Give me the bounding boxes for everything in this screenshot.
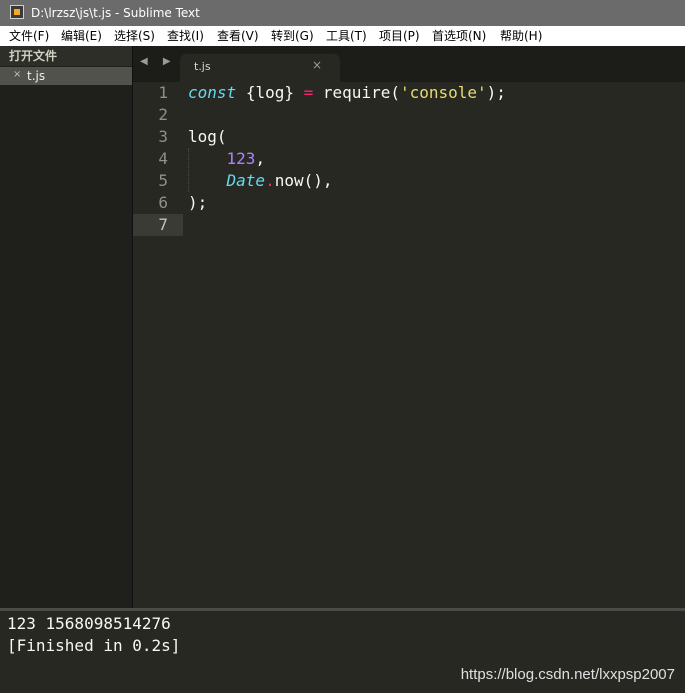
token-punct: ); [188, 193, 208, 212]
window-title: D:\lrzsz\js\t.js - Sublime Text [31, 6, 200, 20]
token-number: 123 [226, 149, 256, 168]
token-string: 'console' [399, 83, 487, 102]
token-operator: = [303, 83, 314, 102]
tab-label: t.js [194, 60, 211, 73]
tab-nav-arrows-icon[interactable]: ◀ ▶ [140, 56, 177, 67]
sublime-text-app-icon [10, 5, 24, 19]
line-code: ); [188, 192, 207, 214]
line-code: log( [188, 126, 227, 148]
tab-bar: ◀ ▶ t.js × [133, 46, 685, 82]
code-line: 1 const {log} = require('console'); [133, 82, 685, 104]
token-call: log( [188, 127, 227, 146]
menu-tools[interactable]: 工具(T) [326, 26, 367, 46]
sidebar-file-name: t.js [27, 69, 46, 83]
title-bar: D:\lrzsz\js\t.js - Sublime Text [0, 0, 685, 26]
tab-close-icon[interactable]: × [312, 58, 322, 72]
line-number: 7 [158, 215, 168, 234]
sidebar-file-item[interactable]: × t.js [0, 67, 132, 85]
output-line: 123 1568098514276 [7, 614, 171, 633]
menu-project[interactable]: 项目(P) [379, 26, 420, 46]
line-number: 4 [158, 149, 168, 168]
open-files-header: 打开文件 [0, 46, 132, 66]
menu-bar: 文件(F) 编辑(E) 选择(S) 查找(I) 查看(V) 转到(G) 工具(T… [0, 26, 685, 46]
token-call: now(), [274, 171, 333, 190]
menu-view[interactable]: 查看(V) [217, 26, 259, 46]
code-line: 3 log( [133, 126, 685, 148]
menu-edit[interactable]: 编辑(E) [61, 26, 102, 46]
token-operator: . [265, 171, 275, 190]
token-punct: ); [486, 83, 506, 102]
code-line-current: 7 [133, 214, 685, 236]
menu-preferences[interactable]: 首选项(N) [432, 26, 486, 46]
sidebar: 打开文件 × t.js [0, 46, 133, 608]
code-line: 2 [133, 104, 685, 126]
token-keyword: const [188, 83, 237, 102]
token-punct: , [255, 149, 266, 168]
line-number: 5 [158, 171, 168, 190]
line-number: 6 [158, 193, 168, 212]
token-require: require( [322, 83, 400, 102]
line-number: 2 [158, 105, 168, 124]
menu-selection[interactable]: 选择(S) [114, 26, 155, 46]
close-icon[interactable]: × [13, 66, 21, 84]
line-number: 1 [158, 83, 168, 102]
token-class: Date [226, 171, 266, 190]
token-destructure: {log} [245, 83, 294, 102]
line-code: Date.now(), [188, 170, 333, 192]
code-line: 5 Date.now(), [133, 170, 685, 192]
sublime-text-window: D:\lrzsz\js\t.js - Sublime Text 文件(F) 编辑… [0, 0, 685, 693]
code-editor[interactable]: 1 const {log} = require('console'); 2 3 … [133, 82, 685, 608]
menu-goto[interactable]: 转到(G) [271, 26, 314, 46]
line-code: const {log} = require('console'); [188, 82, 506, 104]
output-line: [Finished in 0.2s] [7, 636, 181, 655]
menu-help[interactable]: 帮助(H) [500, 26, 542, 46]
menu-find[interactable]: 查找(I) [167, 26, 204, 46]
watermark-text: https://blog.csdn.net/lxxpsp2007 [460, 666, 675, 683]
line-number: 3 [158, 127, 168, 146]
code-line: 6 ); [133, 192, 685, 214]
line-code: 123, [188, 148, 266, 170]
tab-t-js[interactable]: t.js × [180, 54, 340, 82]
code-line: 4 123, [133, 148, 685, 170]
menu-file[interactable]: 文件(F) [9, 26, 49, 46]
